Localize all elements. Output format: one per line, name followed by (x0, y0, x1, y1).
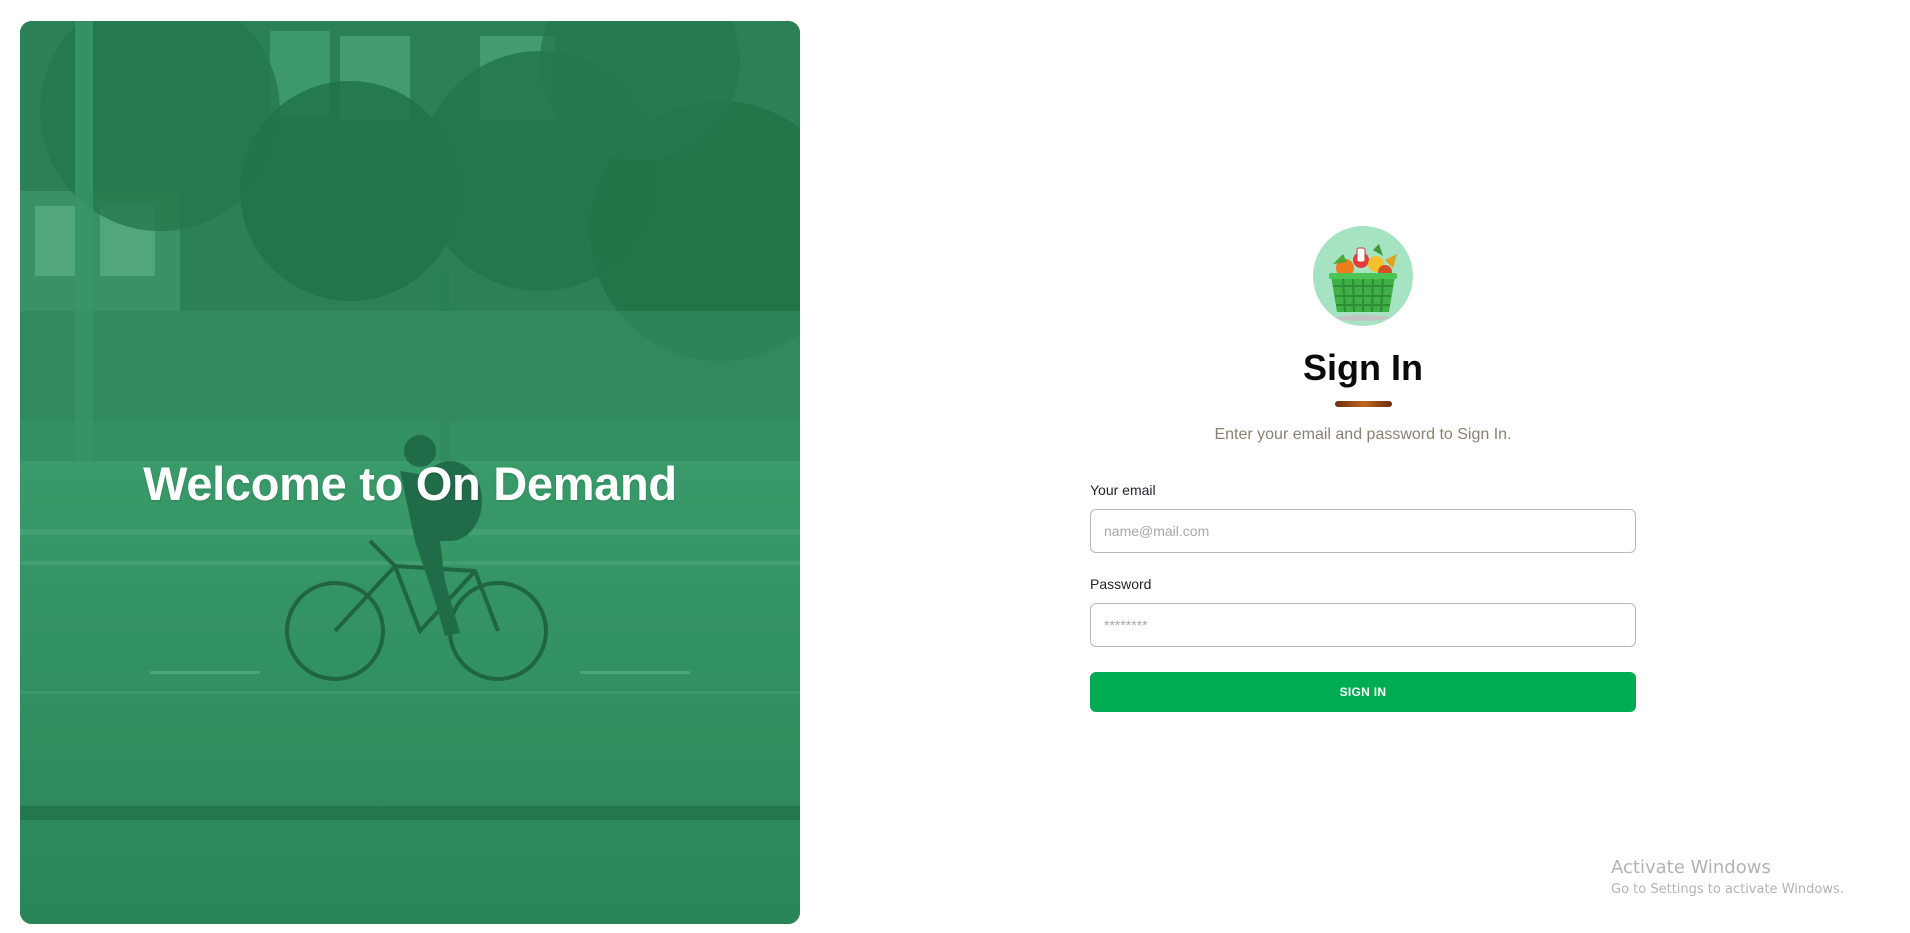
watermark-subtitle: Go to Settings to activate Windows. (1611, 882, 1844, 897)
sign-in-page: Welcome to On Demand Sign In Enter your … (0, 0, 1910, 933)
activate-windows-watermark: Activate Windows Go to Settings to activ… (1611, 856, 1844, 900)
password-label: Password (1090, 576, 1152, 592)
email-label: Your email (1090, 482, 1156, 498)
grocery-basket-icon (1313, 226, 1413, 326)
email-field[interactable] (1090, 509, 1636, 553)
watermark-title: Activate Windows (1611, 857, 1771, 878)
hero-title: Welcome to On Demand (143, 457, 677, 510)
page-title: Sign In (1303, 347, 1423, 388)
page-subtitle: Enter your email and password to Sign In… (1214, 426, 1512, 443)
sign-in-button[interactable]: SIGN IN (1090, 672, 1636, 712)
password-field[interactable] (1090, 603, 1636, 647)
hero-panel: Welcome to On Demand (20, 21, 800, 924)
title-underline (1335, 401, 1392, 407)
